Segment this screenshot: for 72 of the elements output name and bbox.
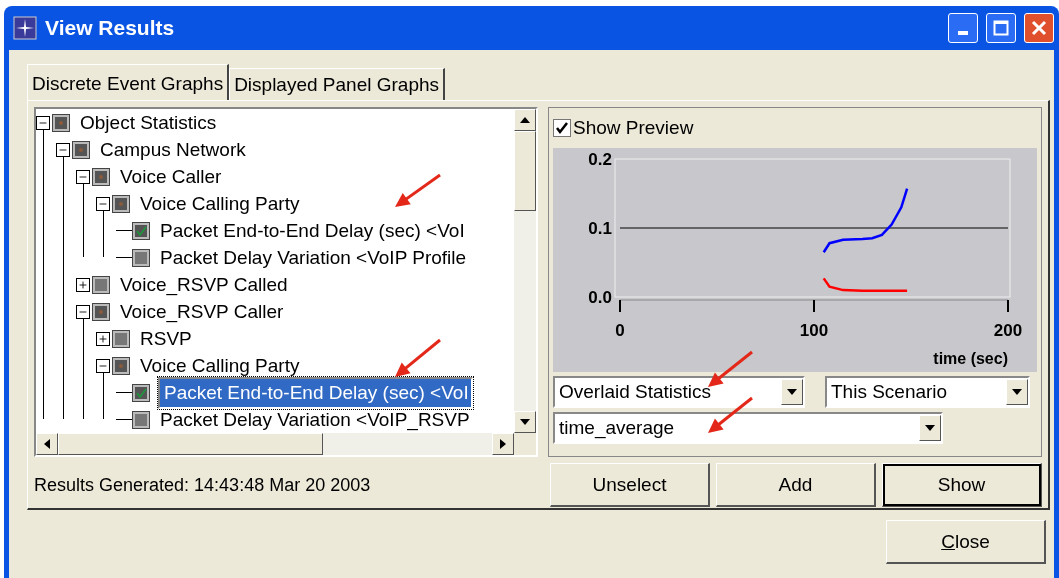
tree-item[interactable]: Campus Network bbox=[98, 138, 248, 161]
status-text: Results Generated: 14:43:48 Mar 20 2003 bbox=[34, 474, 372, 496]
expand-icon[interactable] bbox=[96, 331, 110, 346]
collapse-icon[interactable] bbox=[76, 169, 90, 184]
checkbox-icon[interactable] bbox=[132, 221, 150, 240]
checkbox-icon[interactable] bbox=[112, 329, 130, 348]
checkbox-label: Show Preview bbox=[573, 117, 694, 139]
maximize-button[interactable] bbox=[986, 13, 1016, 43]
tree-item[interactable]: Packet Delay Variation <VoIP Profile bbox=[158, 246, 469, 269]
maximize-icon bbox=[993, 20, 1009, 36]
action-button[interactable]: Add bbox=[716, 463, 876, 507]
close-dialog-button[interactable]: Close bbox=[886, 520, 1046, 564]
tree-item[interactable]: Voice Calling Party bbox=[138, 192, 302, 215]
x-tick-label: 100 bbox=[799, 321, 829, 340]
y-tick-label: 0.0 bbox=[588, 288, 612, 307]
y-tick-label: 0.1 bbox=[588, 219, 612, 238]
y-tick-label: 0.2 bbox=[588, 150, 612, 169]
annotation-arrow bbox=[395, 338, 441, 377]
annotation-arrow bbox=[708, 350, 753, 387]
window-title: View Results bbox=[45, 16, 175, 40]
scroll-up-icon[interactable] bbox=[514, 109, 536, 131]
checkbox-icon[interactable] bbox=[92, 302, 110, 321]
scroll-right-icon[interactable] bbox=[492, 433, 514, 455]
minimize-icon bbox=[958, 31, 968, 35]
expand-icon[interactable] bbox=[76, 277, 90, 292]
action-button[interactable]: Show bbox=[882, 463, 1042, 507]
close-button[interactable] bbox=[1024, 13, 1054, 43]
tree-item[interactable]: Voice Caller bbox=[118, 165, 224, 188]
mode-dropdown[interactable]: Overlaid Statistics bbox=[553, 376, 805, 408]
tree-item[interactable]: Packet End-to-End Delay (sec) <VoI bbox=[158, 219, 467, 242]
x-tick-label: 0 bbox=[615, 321, 625, 340]
scroll-left-icon[interactable] bbox=[36, 433, 58, 455]
checkbox-icon[interactable] bbox=[132, 410, 150, 429]
action-button[interactable]: Unselect bbox=[550, 463, 710, 507]
tree-item[interactable]: Voice Calling Party bbox=[138, 354, 302, 377]
checkbox-icon[interactable] bbox=[132, 383, 150, 402]
x-tick-label: 200 bbox=[993, 321, 1023, 340]
horizontal-scrollbar[interactable] bbox=[36, 433, 536, 455]
vertical-scrollbar[interactable] bbox=[514, 109, 536, 433]
scroll-thumb[interactable] bbox=[514, 131, 536, 211]
tab[interactable]: Displayed Panel Graphs bbox=[229, 68, 446, 100]
collapse-icon[interactable] bbox=[56, 142, 70, 157]
close-icon bbox=[1031, 20, 1047, 36]
annotation-arrow bbox=[395, 173, 441, 207]
minimize-button[interactable] bbox=[948, 13, 978, 43]
checkbox-icon[interactable] bbox=[92, 275, 110, 294]
checkbox-icon[interactable] bbox=[72, 140, 90, 159]
checkbox-icon[interactable] bbox=[92, 167, 110, 186]
tree-item[interactable]: Packet End-to-End Delay (sec) <VoI bbox=[158, 376, 473, 409]
tree-item[interactable]: Voice_RSVP Caller bbox=[118, 300, 286, 323]
tab[interactable]: Discrete Event Graphs bbox=[27, 64, 230, 100]
filter-dropdown[interactable]: time_average bbox=[553, 412, 943, 444]
checkbox-icon[interactable] bbox=[132, 248, 150, 267]
x-axis-title: time (sec) bbox=[933, 350, 1008, 367]
checkbox-icon[interactable] bbox=[112, 194, 130, 213]
scroll-down-icon[interactable] bbox=[514, 411, 536, 433]
checkbox-icon[interactable] bbox=[52, 113, 70, 132]
tree-item[interactable]: RSVP bbox=[138, 327, 194, 350]
tree-item[interactable]: Object Statistics bbox=[78, 111, 219, 134]
collapse-icon[interactable] bbox=[96, 358, 110, 373]
checkbox-icon[interactable] bbox=[112, 356, 130, 375]
collapse-icon[interactable] bbox=[36, 115, 50, 130]
collapse-icon[interactable] bbox=[76, 304, 90, 319]
scrollbar-corner bbox=[514, 433, 536, 455]
collapse-icon[interactable] bbox=[96, 196, 110, 211]
tree-item[interactable]: Voice_RSVP Called bbox=[118, 273, 290, 296]
scenario-dropdown[interactable]: This Scenario bbox=[825, 376, 1030, 408]
app-icon bbox=[13, 16, 37, 40]
annotation-arrow bbox=[708, 396, 753, 433]
tree-item[interactable]: Packet Delay Variation <VoIP_RSVP bbox=[158, 408, 472, 431]
checkbox[interactable] bbox=[553, 119, 571, 137]
scroll-thumb[interactable] bbox=[58, 433, 323, 455]
